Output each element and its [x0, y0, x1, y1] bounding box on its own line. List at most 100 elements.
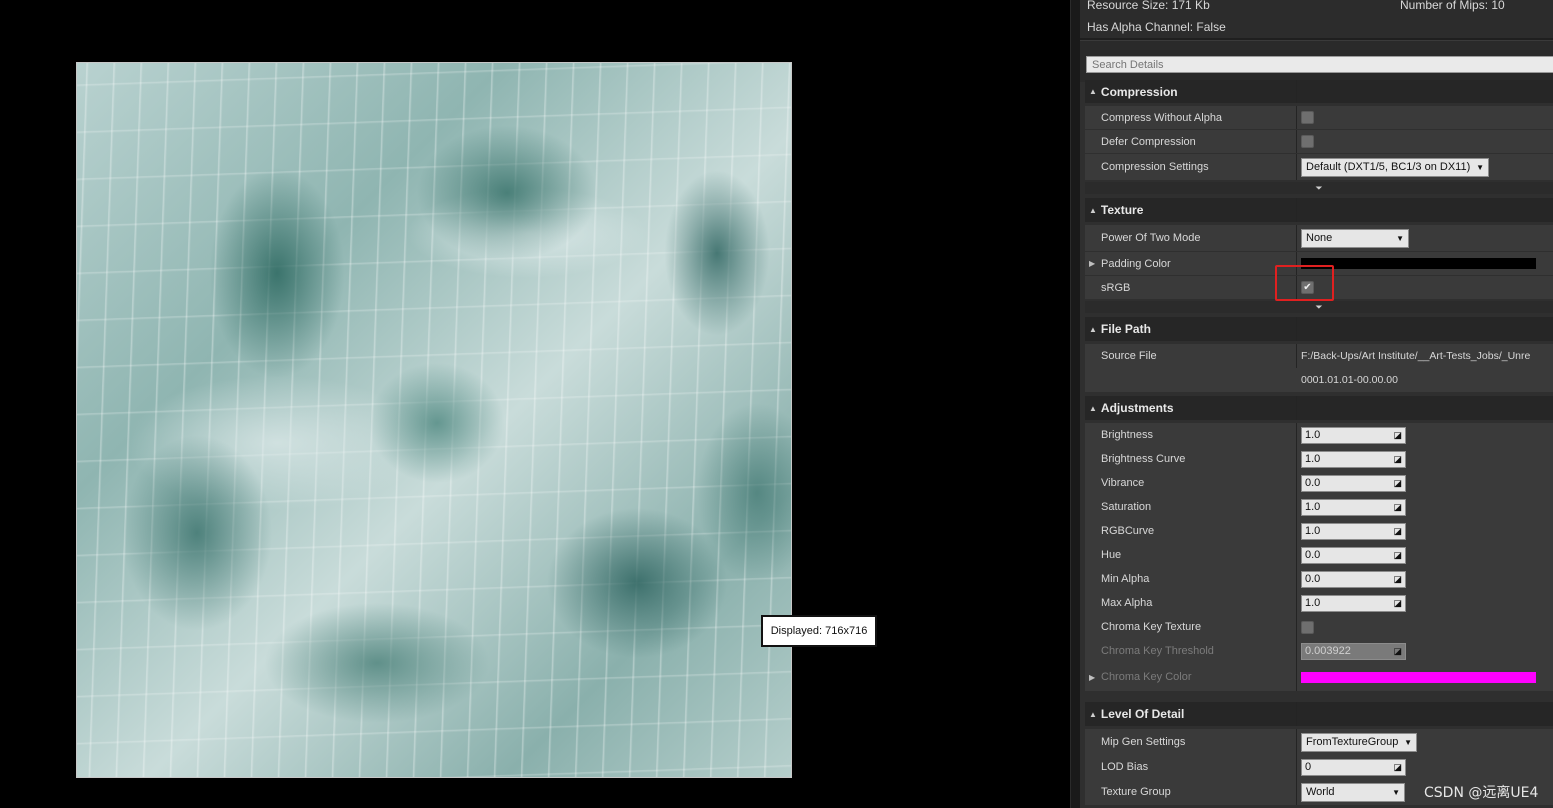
- search-bar: [1080, 40, 1553, 82]
- brightness-input[interactable]: 1.0 ◪: [1301, 426, 1406, 444]
- texture-viewport[interactable]: Displayed: 716x716: [0, 0, 1070, 808]
- hue-input[interactable]: 0.0 ◪: [1301, 546, 1406, 564]
- padding-color-swatch[interactable]: [1301, 258, 1536, 269]
- prop-brightness: Brightness 1.0 ◪: [1085, 423, 1553, 447]
- spin-value: 1.0: [1305, 453, 1321, 465]
- drag-grip-icon: ◪: [1393, 501, 1402, 512]
- chevron-down-icon: ▼: [1396, 233, 1404, 243]
- section-title: Adjustments: [1100, 401, 1174, 415]
- resource-size-text: Resource Size: 171 Kb: [1087, 0, 1210, 12]
- spin-value: 0.0: [1305, 573, 1321, 585]
- saturation-input[interactable]: 1.0 ◪: [1301, 498, 1406, 516]
- prop-brightness-curve: Brightness Curve 1.0 ◪: [1085, 447, 1553, 471]
- drag-grip-icon: ◪: [1393, 429, 1402, 440]
- prop-label: Brightness Curve: [1085, 447, 1297, 471]
- prop-label: Texture Group: [1085, 779, 1297, 805]
- spin-value: 1.0: [1305, 597, 1321, 609]
- collapse-icon: ▲: [1089, 403, 1097, 413]
- compression-settings-dropdown[interactable]: Default (DXT1/5, BC1/3 on DX11) ▼: [1301, 157, 1489, 177]
- prop-label: Brightness: [1085, 423, 1297, 447]
- section-texture[interactable]: ▲ Texture: [1085, 198, 1553, 222]
- prop-saturation: Saturation 1.0 ◪: [1085, 495, 1553, 519]
- expand-arrow-icon[interactable]: ▶: [1089, 259, 1099, 268]
- section-title: Compression: [1100, 84, 1178, 99]
- drag-grip-icon: ◪: [1393, 477, 1402, 488]
- prop-compression-settings: Compression Settings Default (DXT1/5, BC…: [1085, 154, 1553, 180]
- prop-chroma-key-threshold: Chroma Key Threshold 0.003922 ◪: [1085, 639, 1553, 663]
- prop-label: Vibrance: [1085, 471, 1297, 495]
- brightness-curve-input[interactable]: 1.0 ◪: [1301, 450, 1406, 468]
- prop-lod-bias: LOD Bias 0 ◪: [1085, 755, 1553, 779]
- advanced-toggle-compression[interactable]: ⏷: [1085, 182, 1553, 194]
- spin-value: 1.0: [1305, 501, 1321, 513]
- collapse-icon: ▲: [1089, 205, 1097, 215]
- prop-label: RGBCurve: [1085, 519, 1297, 543]
- max-alpha-input[interactable]: 1.0 ◪: [1301, 594, 1406, 612]
- has-alpha-text: Has Alpha Channel: False: [1087, 20, 1226, 34]
- prop-chroma-key-texture: Chroma Key Texture: [1085, 615, 1553, 639]
- drag-grip-icon: ◪: [1393, 573, 1402, 584]
- prop-compress-without-alpha: Compress Without Alpha: [1085, 106, 1553, 129]
- min-alpha-input[interactable]: 0.0 ◪: [1301, 570, 1406, 588]
- rgbcurve-input[interactable]: 1.0 ◪: [1301, 522, 1406, 540]
- drag-grip-icon: ◪: [1393, 761, 1402, 772]
- vibrance-input[interactable]: 0.0 ◪: [1301, 474, 1406, 492]
- section-adjustments[interactable]: ▲ Adjustments: [1085, 396, 1553, 420]
- mip-gen-settings-dropdown[interactable]: FromTextureGroup ▼: [1301, 732, 1417, 752]
- chevron-down-icon: ▼: [1476, 162, 1484, 172]
- display-size-tooltip: Displayed: 716x716: [761, 615, 877, 647]
- drag-grip-icon: ◪: [1393, 549, 1402, 560]
- prop-vibrance: Vibrance 0.0 ◪: [1085, 471, 1553, 495]
- prop-label: sRGB: [1085, 276, 1297, 299]
- section-title: File Path: [1100, 322, 1151, 336]
- prop-label: LOD Bias: [1085, 755, 1297, 779]
- spin-value: 0.003922: [1305, 645, 1351, 657]
- collapse-icon: ▲: [1089, 709, 1097, 719]
- prop-label: Hue: [1085, 543, 1297, 567]
- texture-info: Resource Size: 171 Kb Number of Mips: 10…: [1080, 0, 1553, 40]
- collapse-icon: ▲: [1089, 87, 1097, 96]
- spin-value: 0: [1305, 761, 1312, 773]
- panel-splitter[interactable]: [1070, 0, 1080, 808]
- power-of-two-dropdown[interactable]: None ▼: [1301, 228, 1409, 248]
- spin-value: 1.0: [1305, 429, 1321, 441]
- num-mips-text: Number of Mips: 10: [1400, 0, 1505, 12]
- section-title: Texture: [1100, 203, 1144, 217]
- prop-power-of-two-mode: Power Of Two Mode None ▼: [1085, 225, 1553, 251]
- prop-min-alpha: Min Alpha 0.0 ◪: [1085, 567, 1553, 591]
- section-compression[interactable]: ▲ Compression: [1085, 80, 1553, 103]
- texture-group-dropdown[interactable]: World ▼: [1301, 782, 1405, 802]
- chroma-key-texture-checkbox[interactable]: [1301, 620, 1314, 634]
- compress-without-alpha-checkbox[interactable]: [1301, 111, 1314, 124]
- prop-mip-gen-settings: Mip Gen Settings FromTextureGroup ▼: [1085, 729, 1553, 755]
- defer-compression-checkbox[interactable]: [1301, 135, 1314, 148]
- dropdown-value: Default (DXT1/5, BC1/3 on DX11): [1306, 161, 1471, 173]
- spin-value: 1.0: [1305, 525, 1321, 537]
- section-level-of-detail[interactable]: ▲ Level Of Detail: [1085, 702, 1553, 726]
- dropdown-value: FromTextureGroup: [1306, 736, 1399, 748]
- chroma-key-color-swatch[interactable]: [1301, 671, 1536, 683]
- prop-label: Compress Without Alpha: [1085, 106, 1297, 129]
- chevron-down-icon: ▼: [1392, 787, 1400, 797]
- chroma-key-threshold-input[interactable]: 0.003922 ◪: [1301, 642, 1406, 660]
- advanced-toggle-texture[interactable]: ⏷: [1085, 301, 1553, 313]
- source-file-value: F:/Back-Ups/Art Institute/__Art-Tests_Jo…: [1297, 344, 1553, 392]
- drag-grip-icon: ◪: [1393, 453, 1402, 464]
- drag-grip-icon: ◪: [1393, 597, 1402, 608]
- prop-label: Source File: [1085, 344, 1297, 368]
- expand-arrow-icon[interactable]: ▶: [1089, 673, 1099, 682]
- prop-max-alpha: Max Alpha 1.0 ◪: [1085, 591, 1553, 615]
- search-details-input[interactable]: [1086, 56, 1553, 73]
- prop-label: Saturation: [1085, 495, 1297, 519]
- details-panel: Resource Size: 171 Kb Number of Mips: 10…: [1080, 0, 1553, 808]
- prop-label: Mip Gen Settings: [1085, 729, 1297, 755]
- prop-chroma-key-color: ▶ Chroma Key Color: [1085, 663, 1553, 691]
- prop-label: Power Of Two Mode: [1085, 225, 1297, 251]
- drag-grip-icon: ◪: [1393, 645, 1402, 656]
- source-file-path[interactable]: F:/Back-Ups/Art Institute/__Art-Tests_Jo…: [1301, 344, 1553, 368]
- lod-bias-input[interactable]: 0 ◪: [1301, 758, 1406, 776]
- collapse-icon: ▲: [1089, 324, 1097, 334]
- section-file-path[interactable]: ▲ File Path: [1085, 317, 1553, 341]
- srgb-highlight-box: [1275, 265, 1334, 301]
- source-file-timestamp: 0001.01.01-00.00.00: [1301, 374, 1398, 386]
